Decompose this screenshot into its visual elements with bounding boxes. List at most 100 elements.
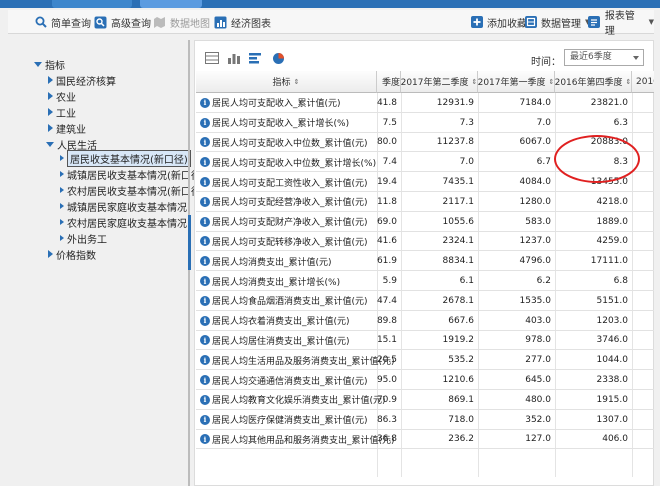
table-row[interactable]: i居民人均医疗保健消费支出_累计值(元) 086.3 718.0 352.0 1307.… bbox=[196, 410, 654, 430]
table-row[interactable]: i 居民人均消费支出_累计增长(%) 5.9 6.1 6.2 6.8 bbox=[196, 271, 654, 291]
header-2017q1[interactable]: 2017年第一季度 ⇕ bbox=[478, 71, 555, 93]
value-cell-2017q2: 7.3 bbox=[459, 117, 474, 128]
advanced-query-button[interactable]: 高级查询 bbox=[94, 13, 151, 31]
value-cell-cropped: 086.3 bbox=[377, 414, 397, 425]
info-icon[interactable]: i bbox=[200, 394, 210, 405]
tree-subitem-rural-household[interactable]: 农村居民家庭收支基本情况 bbox=[60, 214, 187, 230]
indicator-cell: i 居民人均可支配收入中位数_累计增长(%) bbox=[200, 152, 376, 172]
data-map-button[interactable]: 数据地图 bbox=[153, 13, 210, 31]
table-row[interactable]: i居民人均可支配收入_累计值(元) 341.8 12931.9 7184.0 23821… bbox=[196, 93, 654, 113]
table-row[interactable]: i居民人均交通通信消费支出_累计值(元) 795.0 1210.6 645.0 2338… bbox=[196, 370, 654, 390]
tree-item-construction[interactable]: 建筑业 bbox=[48, 120, 86, 136]
tree-root[interactable]: 指标 bbox=[34, 56, 65, 72]
value-cell-2017q1: 978.0 bbox=[525, 335, 551, 346]
table-row[interactable]: i居民人均消费支出_累计值(元) 161.9 8834.1 4796.0 17111.0 bbox=[196, 251, 654, 272]
value-cell-cropped: 915.1 bbox=[377, 335, 397, 346]
top-tab[interactable] bbox=[140, 0, 202, 8]
tree-item-industry[interactable]: 工业 bbox=[48, 104, 76, 120]
table-row[interactable]: i居民人均可支配经营净收入_累计值(元) 311.8 2117.1 1280.0 421… bbox=[196, 192, 654, 212]
info-icon[interactable]: i bbox=[200, 157, 210, 168]
info-icon[interactable]: i bbox=[200, 177, 210, 188]
header-quarter-cropped[interactable]: 季度 bbox=[377, 71, 401, 93]
value-cell-2017q2: 2678.1 bbox=[442, 295, 475, 306]
table-row[interactable]: i居民人均可支配转移净收入_累计值(元) 341.6 2324.1 1237.0 425… bbox=[196, 232, 654, 252]
table-view-icon[interactable] bbox=[204, 51, 220, 65]
economic-chart-button[interactable]: 经济图表 bbox=[214, 13, 271, 31]
add-favorite-label: 添加收藏 bbox=[487, 18, 527, 30]
header-indicator[interactable]: 指标 ⇕ bbox=[196, 71, 377, 93]
table-row[interactable]: i居民人均居住消费支出_累计值(元) 915.1 1919.2 978.0 3746.0 bbox=[196, 331, 654, 351]
table-row[interactable]: i居民人均食品烟酒消费支出_累计值(元) 347.4 2678.1 1535.0 515… bbox=[196, 291, 654, 311]
time-range-value: 最近6季度 bbox=[570, 52, 612, 62]
tree-subitem-urban-income[interactable]: 城镇居民收支基本情况(新口径) bbox=[60, 166, 205, 182]
info-icon[interactable]: i bbox=[200, 434, 210, 445]
value-cell-2017q2: 1210.6 bbox=[442, 375, 475, 386]
header-2016q4[interactable]: 2016年第四季度 ⇕ bbox=[555, 71, 632, 93]
table-row[interactable]: i居民人均衣着消费支出_累计值(元) 389.8 667.6 403.0 1203.0 bbox=[196, 311, 654, 331]
header-label: 2017年第二季度 bbox=[401, 78, 469, 88]
table-row[interactable]: i居民人均可支配财产净收入_累计值(元) 569.0 1055.6 583.0 1889… bbox=[196, 212, 654, 232]
header-label: 季度 bbox=[381, 78, 400, 88]
indicator-tree: 指标 国民经济核算 农业 工业 建筑业 人民生活 居民收支基本情况(新口径) 城… bbox=[26, 52, 205, 486]
data-manage-button[interactable]: 数据管理 ▼ bbox=[524, 13, 590, 31]
time-range-select[interactable]: 最近6季度 bbox=[564, 49, 644, 66]
info-icon[interactable]: i bbox=[200, 375, 210, 386]
info-icon[interactable]: i bbox=[200, 414, 210, 425]
info-icon[interactable]: i bbox=[200, 355, 210, 366]
value-cell-cropped: 5.9 bbox=[382, 276, 397, 287]
info-icon[interactable]: i bbox=[200, 196, 210, 207]
splitter-handle[interactable] bbox=[188, 215, 191, 270]
value-cell-cropped: 7.5 bbox=[382, 117, 397, 128]
info-icon[interactable]: i bbox=[200, 335, 210, 346]
table-row[interactable]: i居民人均其他用品和服务消费支出_累计值(元)336.8 236.2 127.0 40… bbox=[196, 430, 654, 450]
value-cell-2017q1: 1280.0 bbox=[519, 196, 552, 207]
report-manage-button[interactable]: 报表管理 ▼ bbox=[588, 11, 654, 37]
horizontal-bar-icon[interactable] bbox=[248, 51, 264, 65]
indicator-name: 居民人均衣着消费支出_累计值(元) bbox=[212, 317, 350, 328]
info-icon[interactable]: i bbox=[200, 276, 210, 287]
header-2016-cropped[interactable]: 2016 bbox=[632, 71, 654, 93]
value-cell-2017q1: 4084.0 bbox=[519, 177, 552, 188]
value-cell-2017q1: 1535.0 bbox=[519, 295, 552, 306]
value-cell-2017q2: 7.0 bbox=[459, 157, 474, 168]
info-icon[interactable]: i bbox=[200, 117, 210, 128]
value-cell-2016q4: 1044.0 bbox=[596, 355, 629, 366]
info-icon[interactable]: i bbox=[200, 236, 210, 247]
indicator-cell: i 居民人均交通通信消费支出_累计值(元) bbox=[200, 370, 368, 390]
tree-subitem-resident-income[interactable]: 居民收支基本情况(新口径) bbox=[60, 149, 191, 167]
add-favorite-button[interactable]: 添加收藏 bbox=[470, 13, 527, 31]
info-icon[interactable]: i bbox=[200, 256, 210, 267]
panel-splitter[interactable] bbox=[188, 40, 191, 486]
value-cell-2017q2: 12931.9 bbox=[436, 97, 474, 108]
tree-subitem-urban-household[interactable]: 城镇居民家庭收支基本情况 bbox=[60, 198, 187, 214]
header-label: 2016 bbox=[636, 76, 654, 87]
info-icon[interactable]: i bbox=[200, 315, 210, 326]
simple-query-button[interactable]: 简单查询 bbox=[34, 13, 91, 31]
value-cell-cropped: 320.5 bbox=[377, 355, 397, 366]
pie-chart-icon[interactable] bbox=[270, 51, 286, 65]
table-row[interactable]: i居民人均教育文化娱乐消费支出_累计值(元)170.9 869.1 480.0 191… bbox=[196, 390, 654, 410]
indicator-name: 居民人均可支配收入中位数_累计增长(%) bbox=[212, 158, 377, 169]
tree-subitem-migrant-work[interactable]: 外出务工 bbox=[60, 230, 107, 246]
tree-item-national-accounts[interactable]: 国民经济核算 bbox=[48, 72, 116, 88]
tree-item-agriculture[interactable]: 农业 bbox=[48, 88, 76, 104]
table-row[interactable]: i居民人均生活用品及服务消费支出_累计值(元)320.5 535.2 277.0 10… bbox=[196, 350, 654, 371]
value-cell-cropped: 341.8 bbox=[377, 97, 397, 108]
bar-chart-icon[interactable] bbox=[226, 51, 242, 65]
tree-item-price-index[interactable]: 价格指数 bbox=[48, 246, 96, 262]
tree-subitem-rural-income[interactable]: 农村居民收支基本情况(新口径) bbox=[60, 182, 205, 198]
search-icon bbox=[34, 16, 47, 29]
top-tab[interactable] bbox=[52, 0, 132, 8]
info-icon[interactable]: i bbox=[200, 137, 210, 148]
indicator-name: 居民人均交通通信消费支出_累计值(元) bbox=[212, 376, 368, 387]
value-cell-2017q2: 6.1 bbox=[459, 276, 474, 287]
header-2017q2[interactable]: 2017年第二季度 ⇕ bbox=[401, 71, 478, 93]
time-label: 时间： bbox=[531, 57, 561, 68]
value-cell-cropped: 341.6 bbox=[377, 236, 397, 247]
info-icon[interactable]: i bbox=[200, 216, 210, 227]
info-icon[interactable]: i bbox=[200, 97, 210, 108]
table-row[interactable]: i 居民人均可支配收入_累计增长(%) 7.5 7.3 7.0 6.3 bbox=[196, 113, 654, 133]
collapsed-icon bbox=[60, 155, 64, 161]
value-cell-2016q4: 6.8 bbox=[613, 276, 628, 287]
info-icon[interactable]: i bbox=[200, 295, 210, 306]
